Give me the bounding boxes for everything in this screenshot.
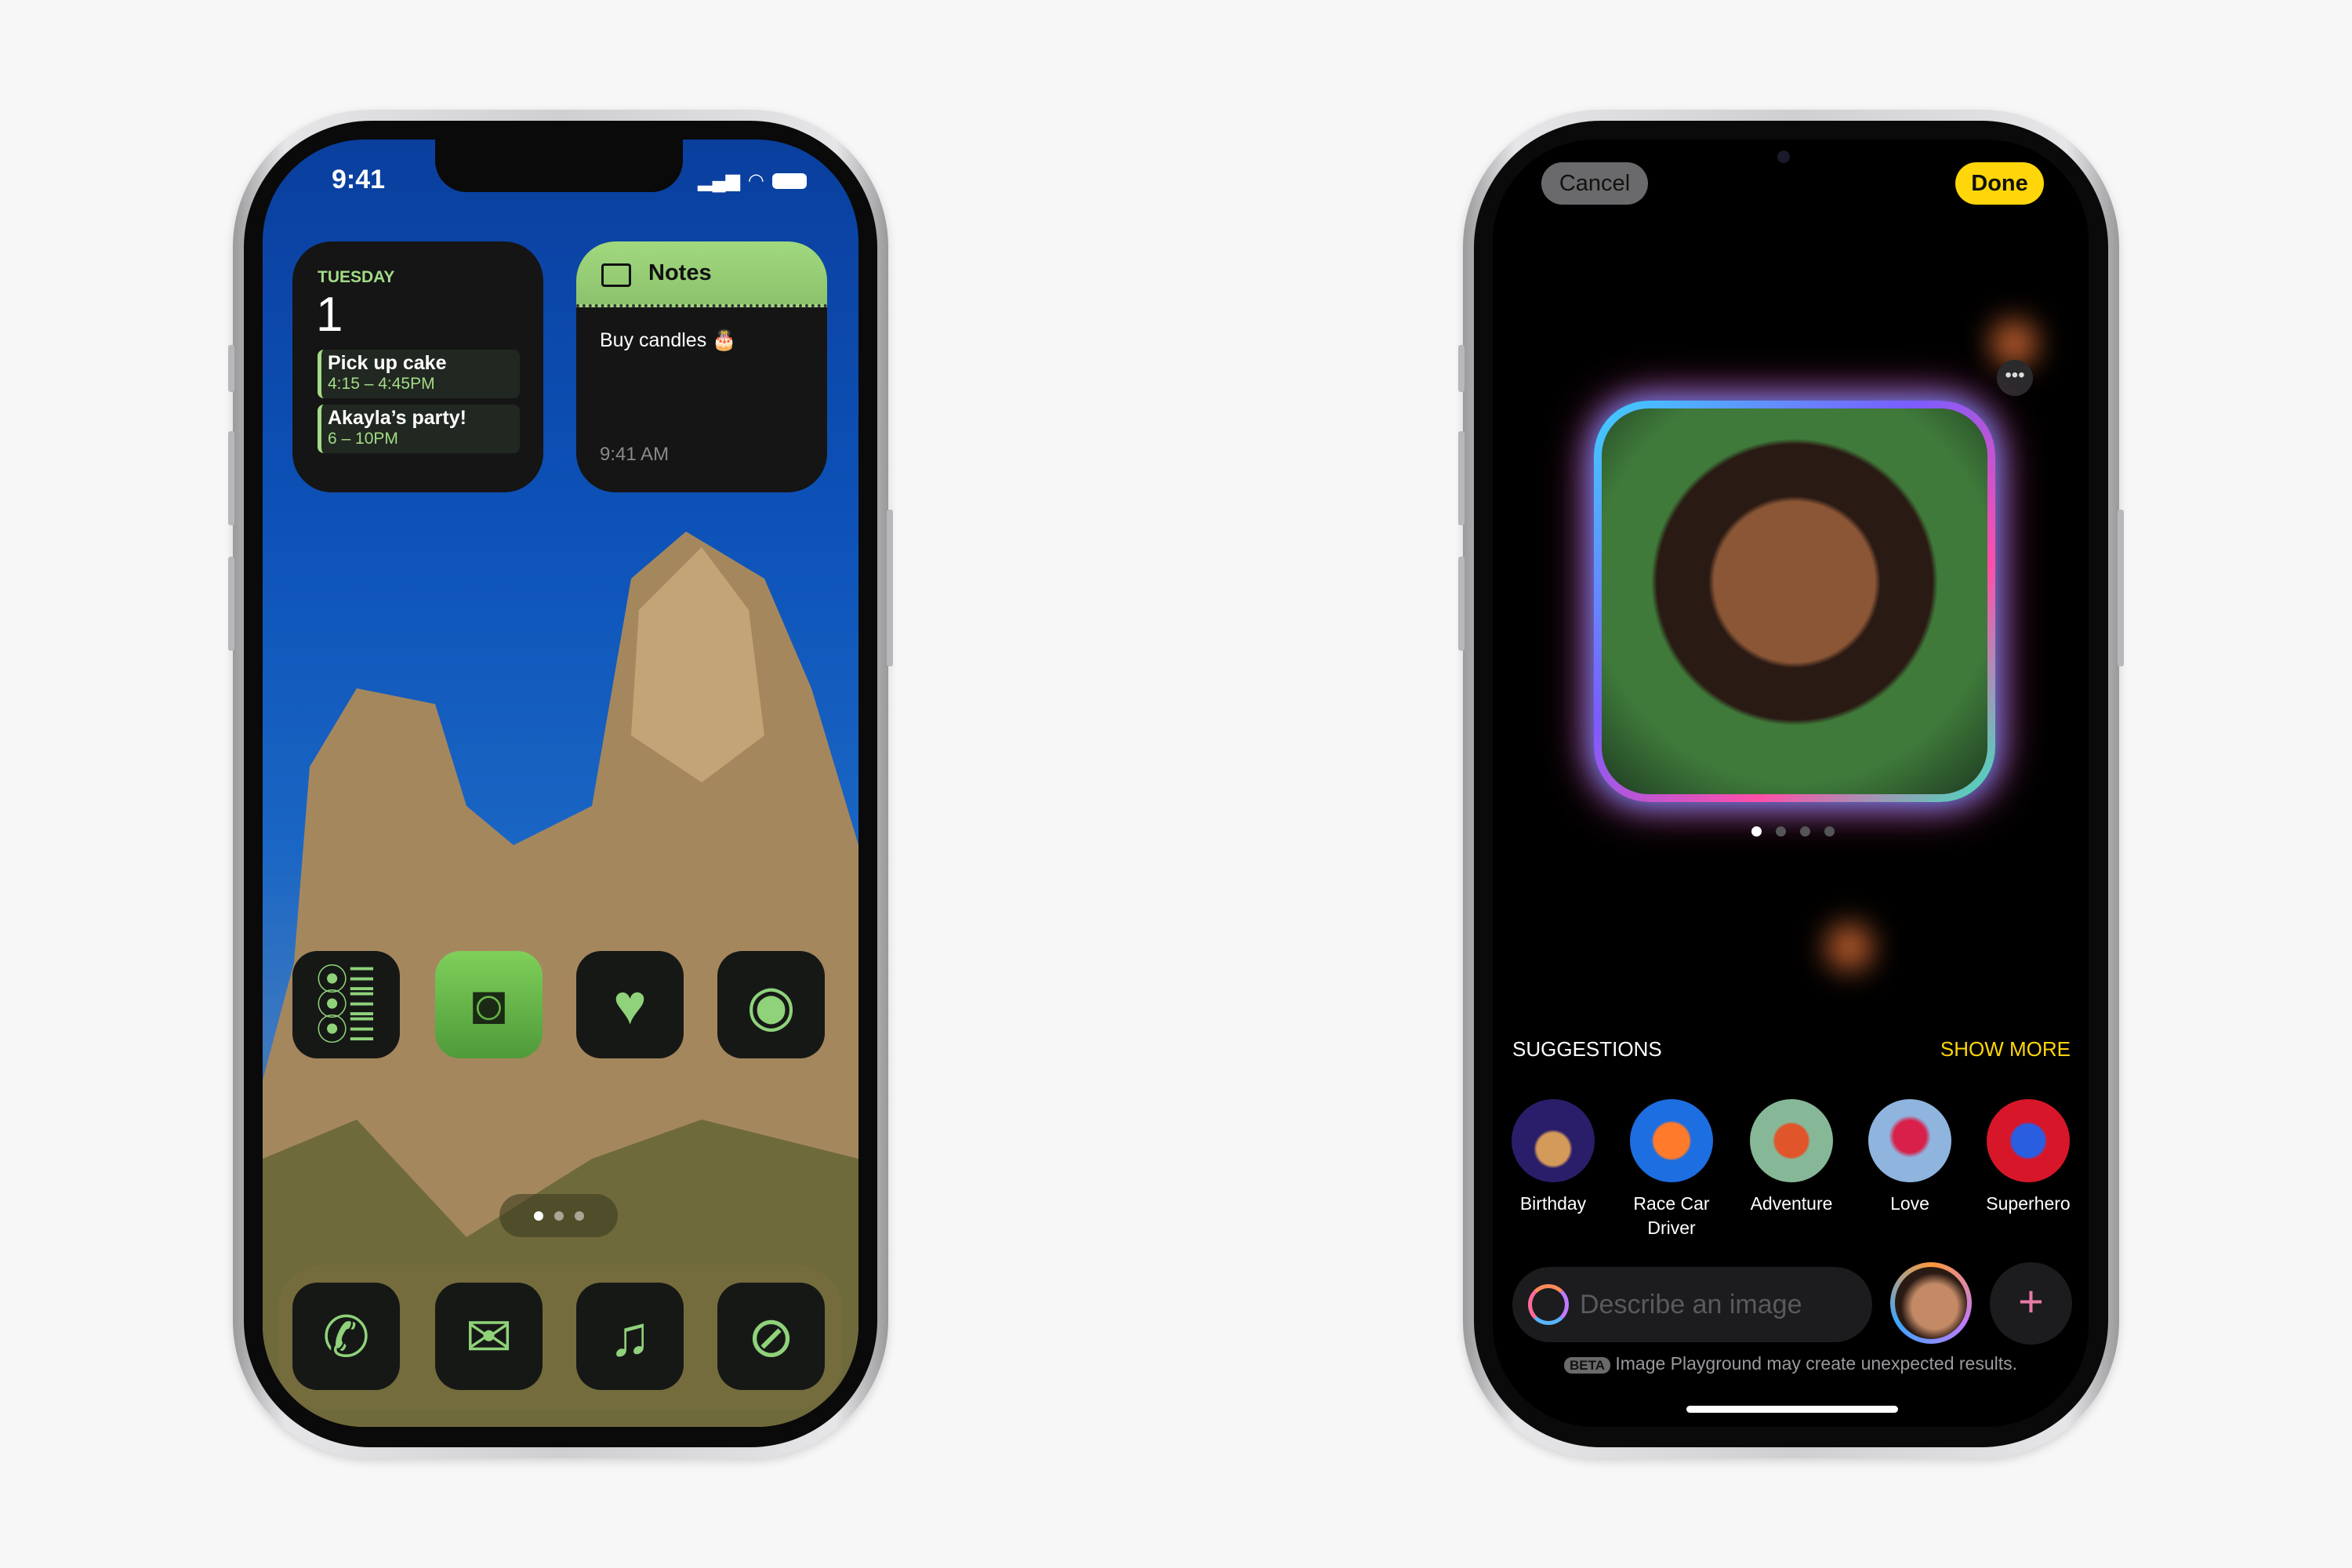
suggestion-label: Adventure xyxy=(1750,1193,1833,1214)
suggestion-label: Race Car Driver xyxy=(1633,1193,1710,1238)
disclaimer: BETA Image Playground may create unexpec… xyxy=(1493,1353,2089,1374)
suggestion-race-car-driver[interactable]: Race Car Driver xyxy=(1613,1099,1730,1240)
front-camera xyxy=(1777,151,1790,163)
generated-image[interactable] xyxy=(1594,401,1995,802)
show-more-button[interactable]: SHOW MORE xyxy=(1940,1037,2071,1062)
wifi-icon: ◠ xyxy=(747,170,764,191)
glow-effect xyxy=(1826,924,1873,971)
image-page-indicator[interactable] xyxy=(1751,826,1835,837)
health-icon[interactable]: ♥ xyxy=(576,951,684,1058)
iphone-image-playground: Cancel Done ••• SUGGESTIONS SHOW MORE Bi… xyxy=(1458,110,2124,1458)
action-button xyxy=(228,345,234,392)
image-playground-screen: Cancel Done ••• SUGGESTIONS SHOW MORE Bi… xyxy=(1493,140,2089,1427)
reminders-icon[interactable]: ⦿☰ ⦿☰ ⦿☰ xyxy=(292,951,400,1058)
dynamic-island xyxy=(435,140,683,192)
more-options-button[interactable]: ••• xyxy=(1997,360,2033,396)
disclaimer-text: Image Playground may create unexpected r… xyxy=(1615,1353,2018,1374)
suggestion-label: Superhero xyxy=(1986,1193,2071,1214)
superhero-icon xyxy=(1987,1099,2070,1182)
mail-icon[interactable]: ✉ xyxy=(435,1283,543,1390)
done-button[interactable]: Done xyxy=(1955,162,2044,205)
camera-icon[interactable]: ◙ xyxy=(435,951,543,1058)
event-title: Akayla’s party! xyxy=(328,407,466,429)
notes-header: Notes xyxy=(576,241,827,307)
notes-title: Notes xyxy=(648,260,712,285)
suggestion-superhero[interactable]: Superhero xyxy=(1969,1099,2087,1216)
input-placeholder: Describe an image xyxy=(1580,1289,1802,1319)
status-time: 9:41 xyxy=(332,165,386,194)
birthday-cake-icon xyxy=(1512,1099,1595,1182)
helmet-icon xyxy=(1630,1099,1713,1182)
calendar-event[interactable]: Akayla’s party! 6 – 10PM xyxy=(318,405,520,453)
phone-icon[interactable]: ✆ xyxy=(292,1283,400,1390)
notes-widget[interactable]: Notes Buy candles 🎂 9:41 AM xyxy=(576,241,827,492)
calendar-day: TUESDAY xyxy=(318,268,395,286)
battery-icon xyxy=(771,172,807,189)
suggestion-birthday[interactable]: Birthday xyxy=(1494,1099,1612,1216)
event-time: 6 – 10PM xyxy=(328,430,398,448)
home-indicator[interactable] xyxy=(1686,1406,1898,1413)
music-icon[interactable]: ♫ xyxy=(576,1283,684,1390)
contacts-icon[interactable]: ◉ xyxy=(717,951,825,1058)
side-button xyxy=(2118,510,2124,666)
volume-down-button xyxy=(228,557,234,651)
volume-up-button xyxy=(1458,431,1465,525)
compass-icon[interactable]: ⊘ xyxy=(717,1283,825,1390)
suggestions-heading: SUGGESTIONS xyxy=(1512,1037,1662,1061)
describe-image-input[interactable]: Describe an image xyxy=(1512,1267,1872,1342)
action-button xyxy=(1458,345,1465,392)
event-time: 4:15 – 4:45PM xyxy=(328,375,435,393)
side-button xyxy=(887,510,893,666)
calendar-date: 1 xyxy=(316,288,343,342)
note-timestamp: 9:41 AM xyxy=(600,444,670,465)
suggestion-label: Love xyxy=(1890,1193,1929,1214)
person-avatar-button[interactable] xyxy=(1890,1262,1972,1344)
suggestion-adventure[interactable]: Adventure xyxy=(1733,1099,1850,1216)
home-screen: 9:41 ▂▄▆ ◠ TUESDAY 1 Pick up cake 4:15 – … xyxy=(263,140,858,1427)
calendar-widget[interactable]: TUESDAY 1 Pick up cake 4:15 – 4:45PM Aka… xyxy=(292,241,543,492)
suggestion-label: Birthday xyxy=(1519,1193,1587,1214)
image-playground-icon xyxy=(1528,1284,1569,1325)
status-icons: ▂▄▆ ◠ xyxy=(698,169,807,192)
jeep-icon xyxy=(1750,1099,1833,1182)
beta-badge: BETA xyxy=(1563,1357,1610,1374)
note-text: Buy candles 🎂 xyxy=(600,329,737,351)
iphone-home-screen: 9:41 ▂▄▆ ◠ TUESDAY 1 Pick up cake 4:15 – … xyxy=(228,110,893,1458)
event-title: Pick up cake xyxy=(328,352,447,374)
signal-icon: ▂▄▆ xyxy=(698,170,740,191)
page-indicator[interactable] xyxy=(499,1194,618,1237)
suggestion-love[interactable]: Love xyxy=(1851,1099,1969,1216)
folder-icon xyxy=(601,263,631,287)
volume-up-button xyxy=(228,431,234,525)
add-button[interactable]: + xyxy=(1990,1262,2072,1345)
heart-balloon-icon xyxy=(1868,1099,1951,1182)
volume-down-button xyxy=(1458,557,1465,651)
cancel-button[interactable]: Cancel xyxy=(1541,162,1648,205)
calendar-event[interactable]: Pick up cake 4:15 – 4:45PM xyxy=(318,350,520,398)
